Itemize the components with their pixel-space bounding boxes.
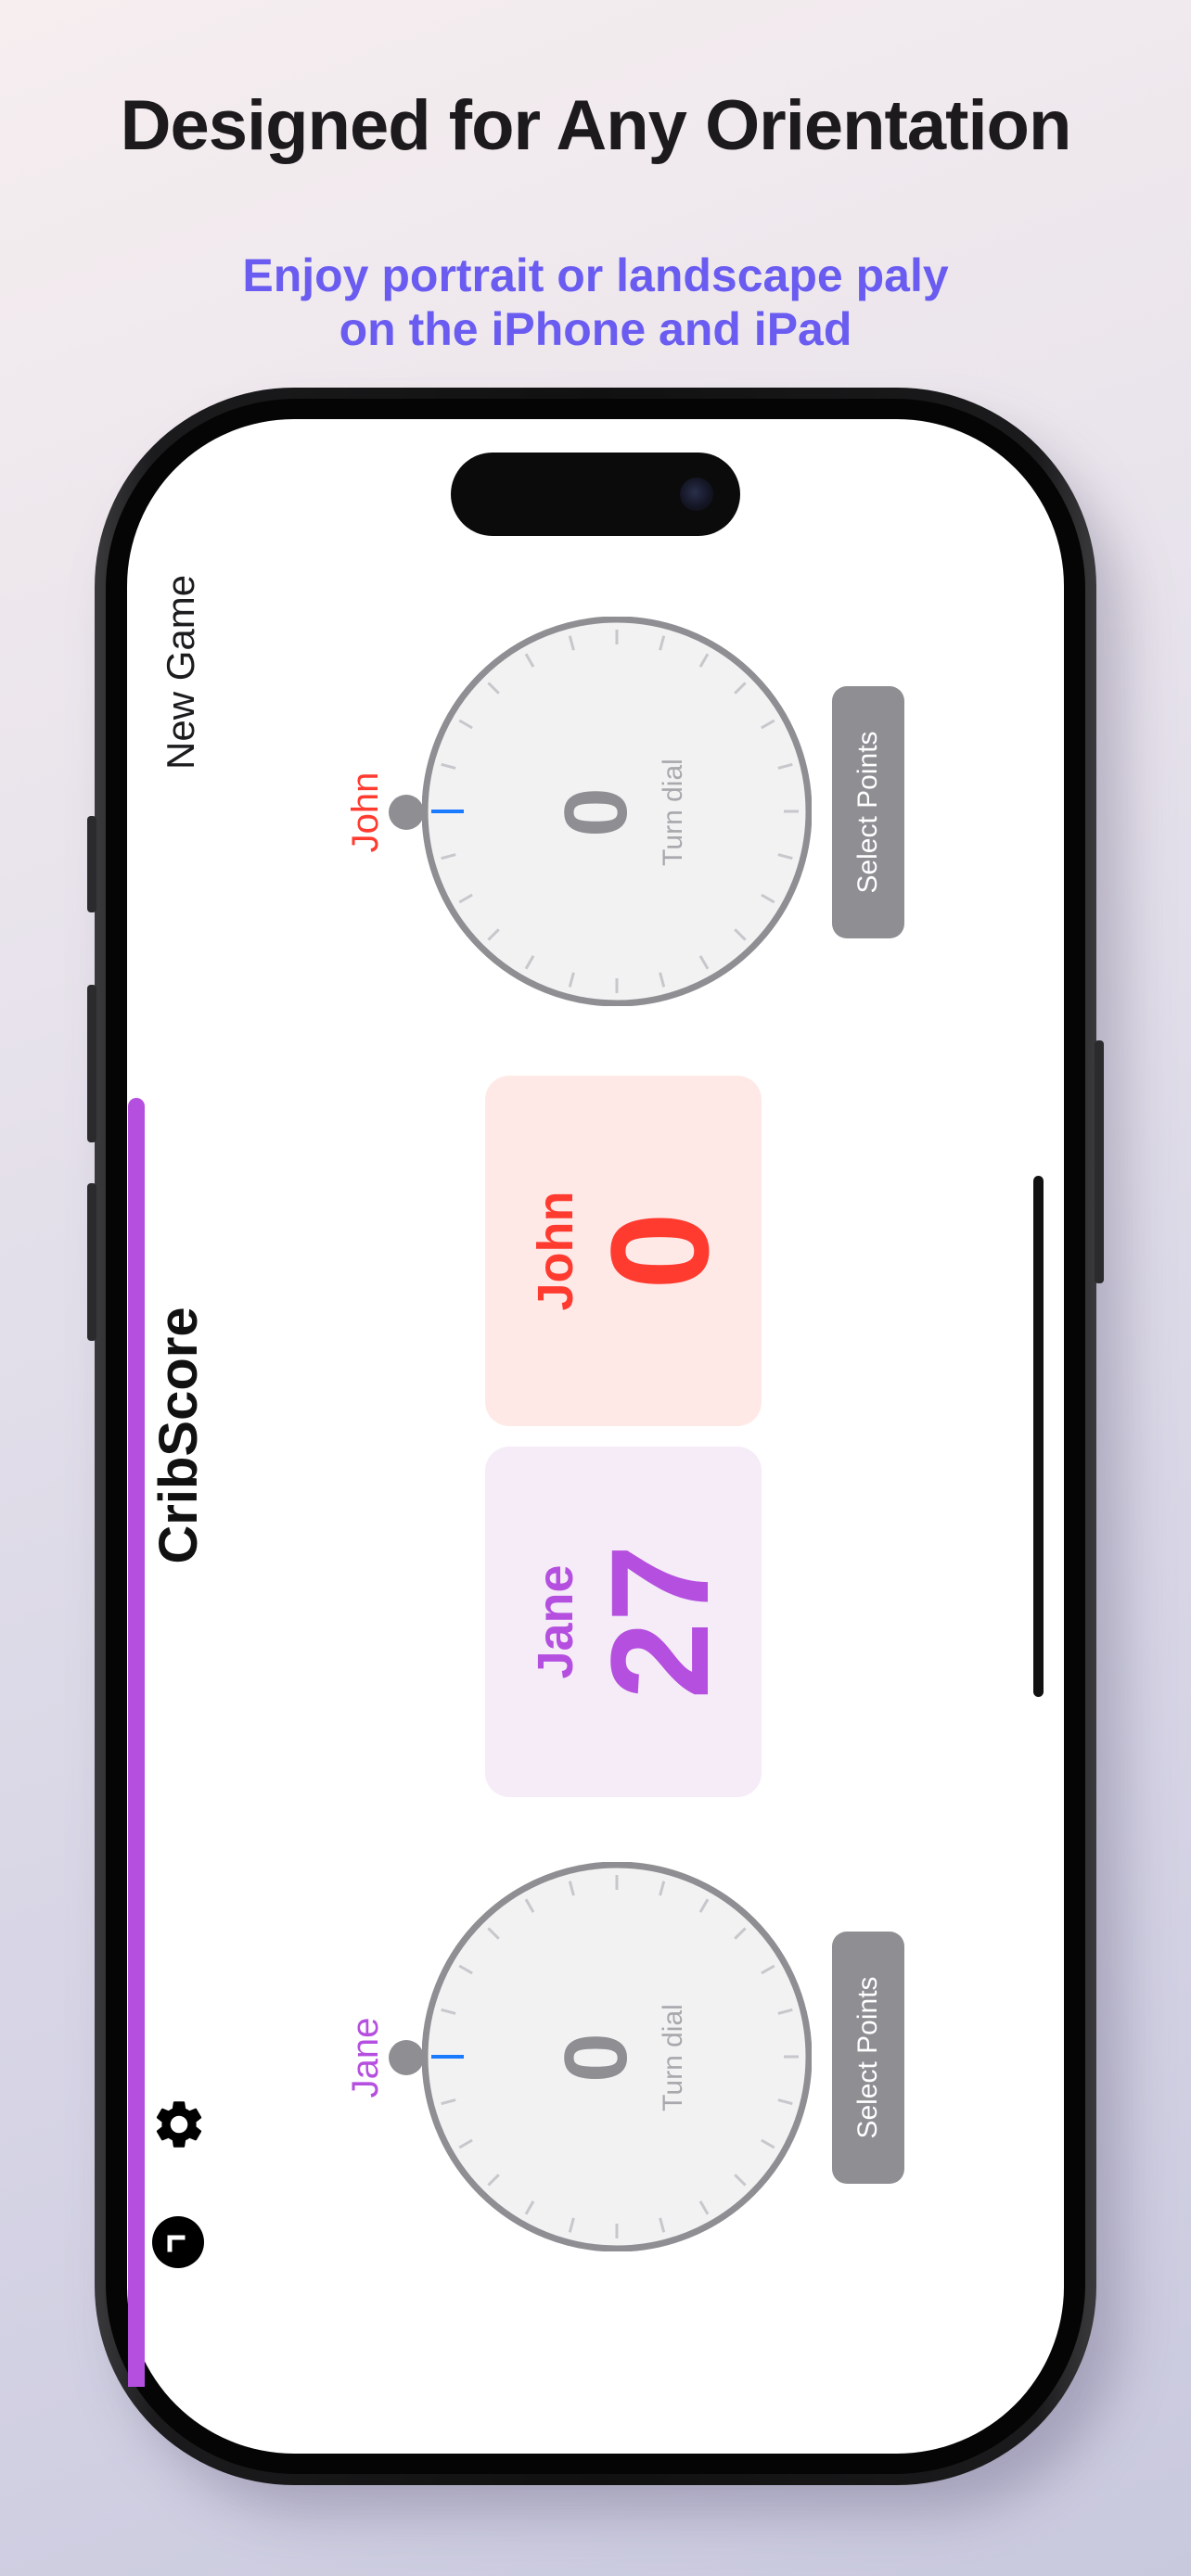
score-card-jane: Jane 27 [485,1447,762,1797]
home-indicator [1033,1176,1044,1697]
app-title: CribScore [148,1307,209,1564]
subhead-line-1: Enjoy portrait or landscape paly [242,249,949,301]
player-score: 0 [582,1212,737,1290]
select-points-button[interactable]: Select Points [832,1932,904,2184]
action-button [87,816,96,912]
power-button [1095,1040,1104,1283]
dial-hint: Turn dial [658,2004,688,2111]
dial-player-name: Jane [345,2017,386,2098]
select-points-label: Select Points [852,731,883,894]
dial-player-name: John [345,772,386,853]
marketing-headline: Designed for Any Orientation [120,86,1072,165]
dial-knob[interactable] [389,2040,424,2075]
accent-bar [128,1098,145,2387]
dial-hint: Turn dial [658,759,688,866]
subhead-line-2: on the iPhone and iPad [339,303,852,355]
marketing-subhead: Enjoy portrait or landscape paly on the … [0,249,1191,356]
dial-value: 0 [546,787,646,837]
score-card-john: John 0 [485,1076,762,1426]
dial-knob[interactable] [389,795,424,830]
gear-icon[interactable] [150,2096,208,2153]
player-name: John [528,1191,583,1311]
volume-down-button [87,1183,96,1341]
new-game-button[interactable]: New Game [158,575,204,770]
player-name: Jane [528,1564,583,1679]
player-score: 27 [582,1544,737,1700]
undo-icon[interactable] [151,2215,205,2269]
volume-up-button [87,985,96,1142]
dial-value: 0 [546,2033,646,2083]
select-points-label: Select Points [852,1976,883,2139]
select-points-button[interactable]: Select Points [832,686,904,938]
camera-icon [680,478,713,511]
